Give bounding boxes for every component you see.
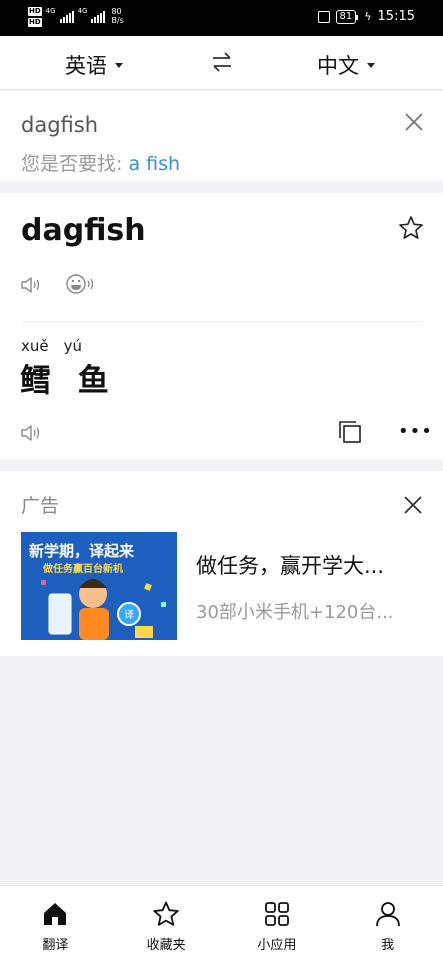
signal-icon bbox=[59, 11, 74, 23]
ad-illustration: 译 bbox=[41, 579, 166, 640]
status-bar-right: 81 ϟ 15:15 bbox=[317, 9, 415, 24]
home-icon bbox=[44, 903, 67, 925]
user-icon bbox=[375, 902, 400, 927]
network-speed: 80 B/s bbox=[111, 7, 123, 25]
suggestion-link[interactable]: a fish bbox=[128, 153, 180, 175]
hd-badge-1: HD bbox=[28, 7, 42, 16]
network-speed-value: 80 bbox=[111, 7, 122, 16]
nav-item-me[interactable]: 我 bbox=[332, 886, 443, 960]
close-ad-icon[interactable] bbox=[404, 496, 422, 514]
ad-card[interactable]: 广告 新学期，译起来 做任务赢百台新机 译 做任务，赢开学大... 30部小米手… bbox=[0, 471, 443, 656]
ad-title[interactable]: 做任务，赢开学大... bbox=[196, 550, 384, 580]
nav-label-favorites: 收藏夹 bbox=[146, 938, 186, 953]
grid-icon bbox=[264, 902, 289, 926]
spelling-suggestion: 您是否要找: a fish bbox=[21, 149, 180, 176]
language-bar: 英语 中文 bbox=[0, 36, 443, 90]
clock: 15:15 bbox=[377, 9, 415, 24]
clear-query-icon[interactable] bbox=[405, 113, 423, 131]
speaker-icon[interactable] bbox=[20, 423, 42, 443]
nav-label-me: 我 bbox=[381, 938, 395, 953]
bottom-navigation: 翻译 收藏夹 小应用 我 bbox=[0, 885, 443, 960]
chevron-down-icon bbox=[367, 62, 375, 68]
status-bar: HD HD 4G 4G 80 B/s 81 ϟ 15:15 bbox=[0, 0, 443, 36]
source-language-label: 英语 bbox=[65, 54, 107, 78]
pinyin-syllable: xuě bbox=[21, 337, 49, 355]
divider bbox=[21, 321, 423, 322]
nav-item-translate[interactable]: 翻译 bbox=[0, 886, 111, 960]
result-word: dagfish bbox=[21, 213, 146, 248]
ad-label: 广告 bbox=[21, 495, 60, 517]
target-language-label: 中文 bbox=[317, 54, 359, 78]
nav-item-favorites[interactable]: 收藏夹 bbox=[111, 886, 222, 960]
svg-text:译: 译 bbox=[124, 609, 134, 621]
hd-badge-2: HD bbox=[28, 18, 42, 27]
speaker-icon[interactable] bbox=[20, 275, 42, 295]
suggestion-prefix: 您是否要找: bbox=[21, 153, 129, 175]
network-type-1: 4G bbox=[45, 7, 56, 15]
query-input[interactable]: dagfish bbox=[21, 113, 98, 137]
translation-text: 鳕 鱼 bbox=[20, 363, 117, 399]
chevron-down-icon bbox=[115, 62, 123, 68]
nav-label-translate: 翻译 bbox=[42, 938, 69, 953]
target-language-selector[interactable]: 中文 bbox=[317, 50, 375, 80]
result-card: dagfish xuě yú 鳕 鱼 ••• bbox=[0, 193, 443, 459]
status-bar-left: HD HD 4G 4G 80 B/s bbox=[28, 7, 124, 27]
voice-read-icon[interactable] bbox=[66, 273, 96, 295]
source-language-selector[interactable]: 英语 bbox=[65, 50, 123, 80]
input-card: dagfish 您是否要找: a fish bbox=[0, 91, 443, 181]
hd-indicators: HD HD bbox=[28, 7, 42, 27]
copy-icon[interactable] bbox=[338, 420, 362, 444]
nav-item-mini-apps[interactable]: 小应用 bbox=[222, 886, 333, 960]
ad-image[interactable]: 新学期，译起来 做任务赢百台新机 译 bbox=[21, 532, 177, 640]
more-options-icon[interactable]: ••• bbox=[398, 423, 433, 441]
star-icon bbox=[153, 901, 179, 926]
battery-icon: 81 bbox=[335, 9, 358, 24]
network-type-2: 4G bbox=[77, 7, 88, 15]
charging-icon: ϟ bbox=[364, 10, 372, 23]
battery-level: 81 bbox=[339, 10, 353, 22]
pinyin-row: xuě yú bbox=[21, 337, 82, 355]
network-speed-unit: B/s bbox=[111, 16, 124, 25]
favorite-star-icon[interactable] bbox=[398, 215, 424, 241]
pinyin-syllable: yú bbox=[63, 337, 83, 355]
swap-languages-icon[interactable] bbox=[211, 50, 233, 74]
vibrate-icon bbox=[317, 10, 330, 23]
ad-subtitle: 30部小米手机+120台... bbox=[196, 602, 394, 623]
signal-icon-2 bbox=[91, 11, 106, 23]
nav-label-mini-apps: 小应用 bbox=[257, 938, 297, 953]
